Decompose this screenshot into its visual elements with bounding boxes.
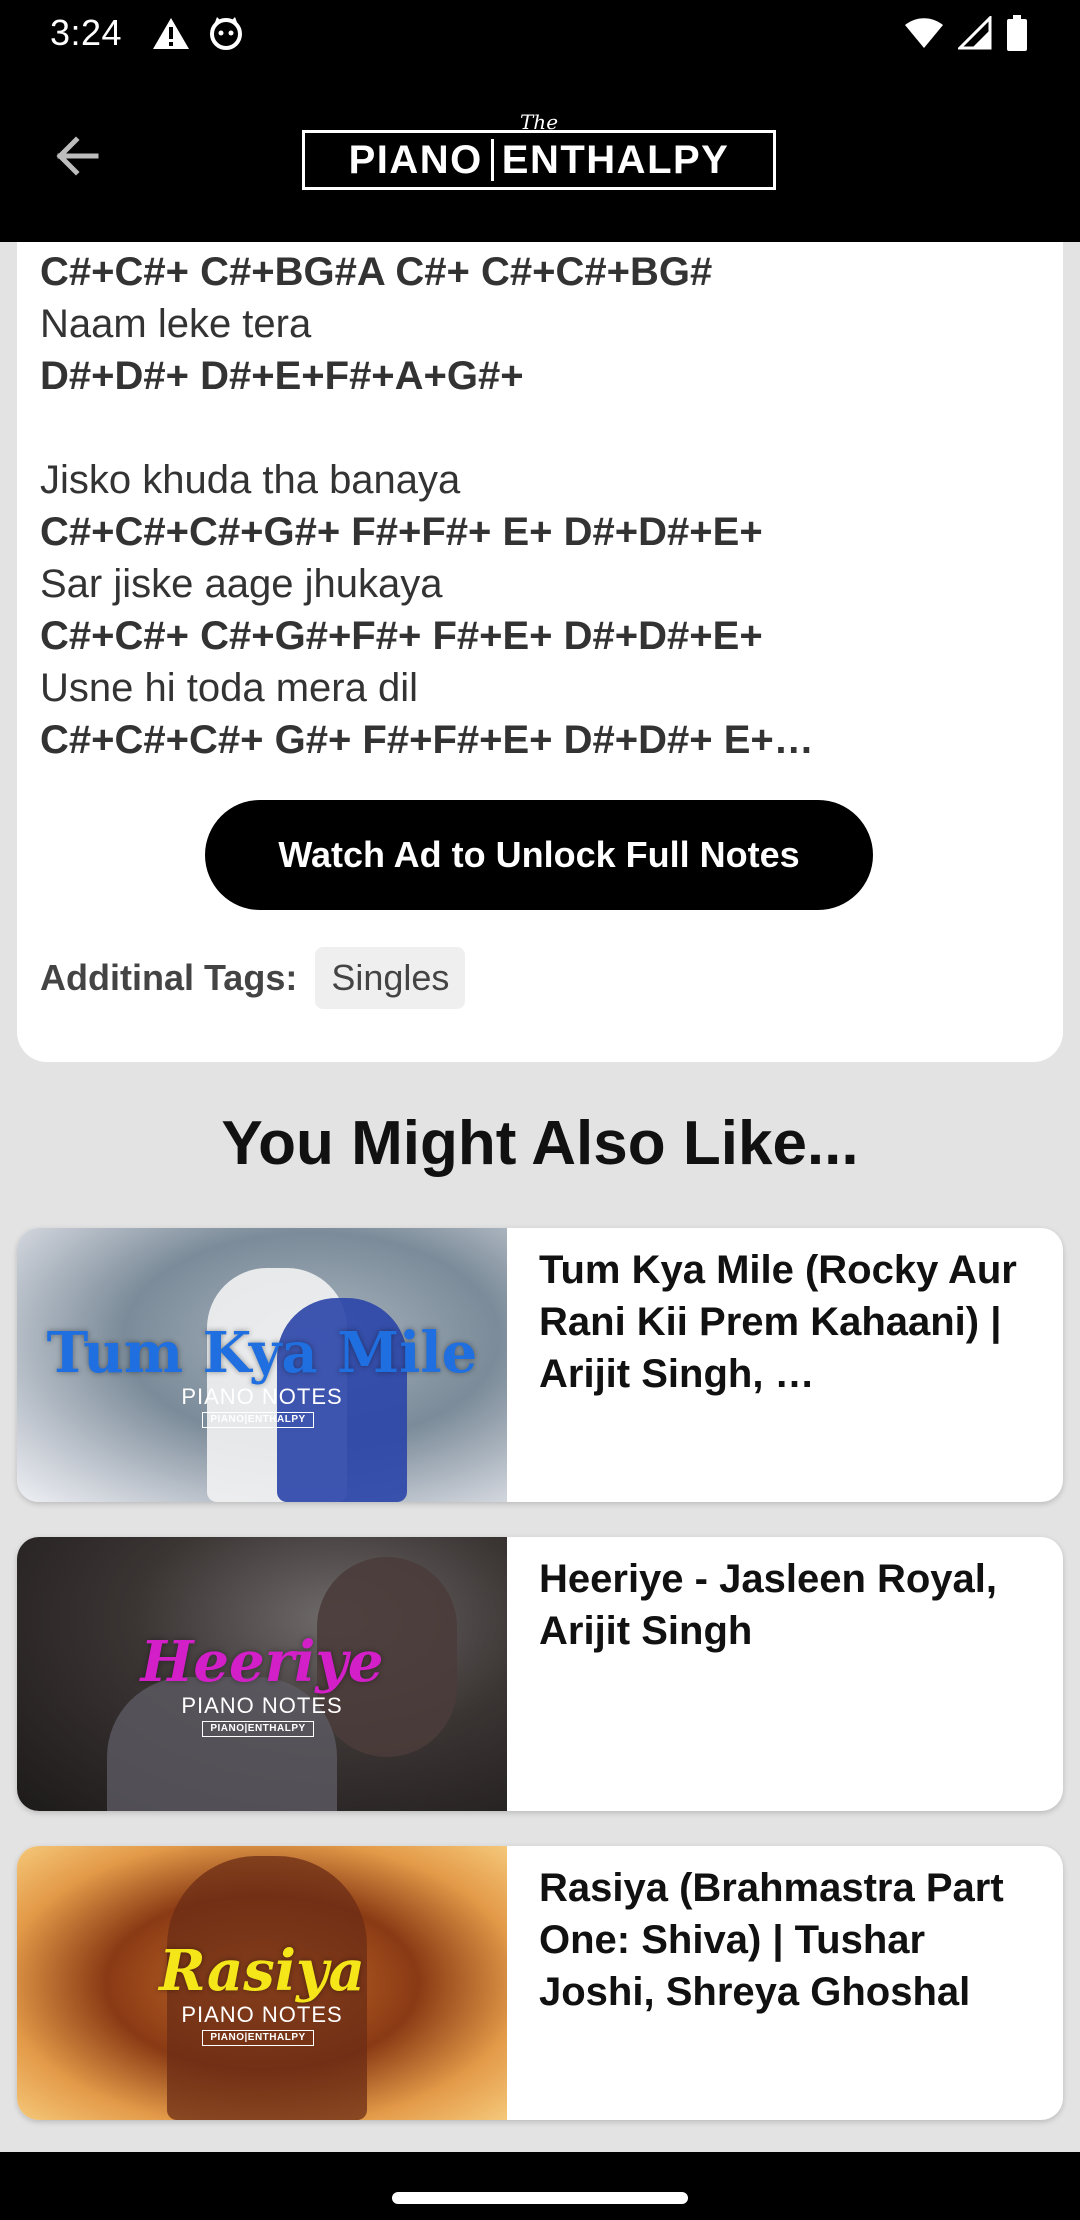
lyric-line: Jisko khuda tha banaya xyxy=(40,458,461,502)
notes-card: C#+C#+ C#+BG#A C#+ C#+C#+BG# Naam leke te… xyxy=(17,242,1063,1062)
tags-label: Additinal Tags: xyxy=(40,957,298,998)
logo-box: PIANO ENTHALPY xyxy=(302,130,776,190)
section-title: You Might Also Like... xyxy=(221,1109,859,1178)
song-thumbnail: Heeriye PIANO NOTES PIANO|ENTHALPY xyxy=(17,1537,507,1811)
thumb-title: Tum Kya Mile xyxy=(46,1320,478,1386)
song-thumbnail: Tum Kya Mile PIANO NOTES PIANO|ENTHALPY xyxy=(17,1228,507,1502)
status-right-icons xyxy=(904,15,1028,51)
warning-icon xyxy=(153,18,189,49)
unlock-notes-button[interactable]: Watch Ad to Unlock Full Notes xyxy=(205,800,873,910)
status-left-icons xyxy=(152,15,244,51)
song-title: Rasiya (Brahmastra Part One: Shiva) | Tu… xyxy=(539,1866,1004,2014)
app-logo: The PIANO ENTHALPY xyxy=(302,112,776,192)
back-button[interactable] xyxy=(40,120,112,192)
lyric-line: Sar jiske aage jhukaya xyxy=(40,562,443,606)
thumb-logo: PIANO|ENTHALPY xyxy=(202,1721,314,1737)
song-title: Heeriye - Jasleen Royal, Arijit Singh xyxy=(539,1557,998,1653)
tag-chip[interactable]: Singles xyxy=(315,947,466,1009)
note-keys-line: C#+C#+C#+ G#+ F#+F#+E+ D#+D#+ E+… xyxy=(40,718,814,762)
logo-left-text: PIANO xyxy=(348,137,483,182)
logo-right-text: ENTHALPY xyxy=(501,137,730,182)
note-keys-line: C#+C#+ C#+BG#A C#+ C#+C#+BG# xyxy=(40,250,713,294)
tags-row: Additinal Tags: Singles xyxy=(40,947,466,1009)
lyric-line: Naam leke tera xyxy=(40,302,312,346)
song-card[interactable]: Heeriye PIANO NOTES PIANO|ENTHALPY Heeri… xyxy=(17,1537,1063,1811)
notes-lines: C#+C#+ C#+BG#A C#+ C#+C#+BG# Naam leke te… xyxy=(40,246,1040,766)
app-bar: The PIANO ENTHALPY xyxy=(0,70,1080,242)
thumb-title: Heeriye xyxy=(140,1629,384,1695)
thumb-logo: PIANO|ENTHALPY xyxy=(202,2030,314,2046)
note-keys-line: C#+C#+ C#+G#+F#+ F#+E+ D#+D#+E+ xyxy=(40,614,763,658)
cat-app-icon xyxy=(210,17,242,50)
lyric-line: Usne hi toda mera dil xyxy=(40,666,418,710)
song-card[interactable]: Rasiya PIANO NOTES PIANO|ENTHALPY Rasiya… xyxy=(17,1846,1063,2120)
arrow-left-icon xyxy=(56,136,99,176)
status-bar: 3:24 xyxy=(0,0,1080,70)
thumb-logo: PIANO|ENTHALPY xyxy=(202,1412,314,1428)
song-title: Tum Kya Mile (Rocky Aur Rani Kii Prem Ka… xyxy=(539,1248,1017,1396)
thumb-subtitle: PIANO NOTES xyxy=(181,1693,343,1718)
logo-separator xyxy=(490,139,494,181)
thumb-title: Rasiya xyxy=(159,1938,365,2004)
thumb-subtitle: PIANO NOTES xyxy=(181,1384,343,1409)
note-keys-line: D#+D#+ D#+E+F#+A+G#+ xyxy=(40,354,524,398)
logo-the: The xyxy=(519,110,559,134)
battery-icon xyxy=(1007,15,1027,51)
wifi-icon xyxy=(905,18,943,48)
system-nav-bar xyxy=(0,2152,1080,2220)
status-time: 3:24 xyxy=(50,12,123,53)
note-keys-line: C#+C#+C#+G#+ F#+F#+ E+ D#+D#+E+ xyxy=(40,510,763,554)
song-thumbnail: Rasiya PIANO NOTES PIANO|ENTHALPY xyxy=(17,1846,507,2120)
lyric-line xyxy=(40,402,1040,454)
song-card[interactable]: Tum Kya Mile PIANO NOTES PIANO|ENTHALPY … xyxy=(17,1228,1063,1502)
home-indicator[interactable] xyxy=(392,2192,688,2204)
thumb-subtitle: PIANO NOTES xyxy=(181,2002,343,2027)
cell-signal-icon xyxy=(958,16,992,50)
